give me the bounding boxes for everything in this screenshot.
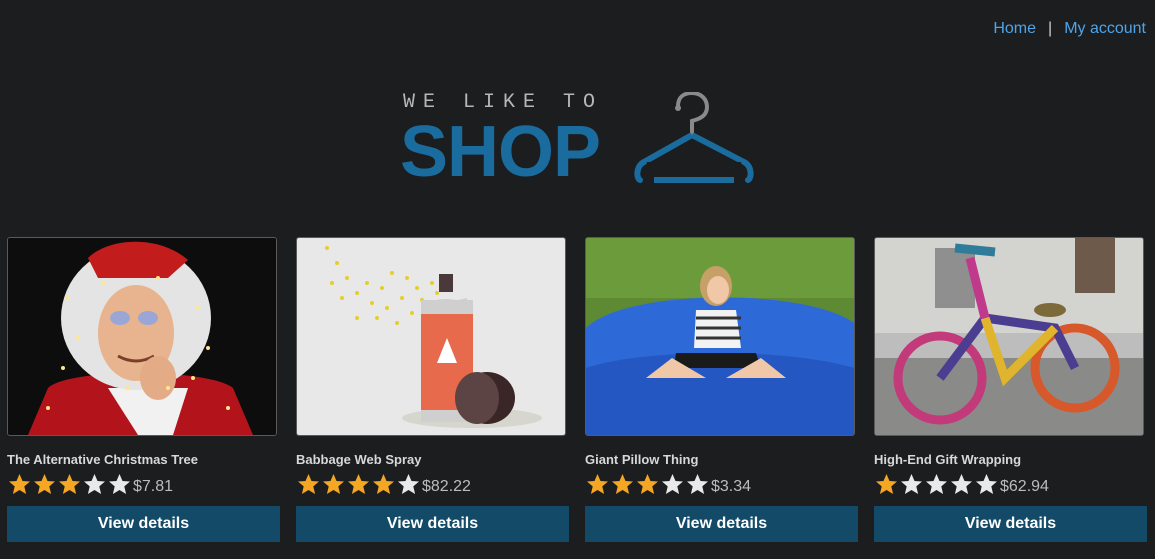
my-account-link[interactable]: My account [1064, 20, 1146, 38]
product-card: High-End Gift Wrapping $62.94 View detai… [874, 237, 1147, 542]
star-empty-icon [398, 474, 419, 494]
rating-stars [874, 473, 999, 495]
star-empty-icon [662, 474, 683, 494]
view-details-button[interactable]: View details [874, 506, 1147, 542]
rating-stars [296, 473, 421, 495]
product-rating: $7.81 [7, 472, 280, 496]
star-filled-icon [34, 474, 55, 494]
star-empty-icon [976, 474, 997, 494]
logo-tagline: WE LIKE TO [403, 91, 604, 114]
product-image-spray[interactable] [296, 237, 566, 436]
product-card: Giant Pillow Thing $3.34 View details [585, 237, 858, 542]
product-title[interactable]: Giant Pillow Thing [585, 452, 858, 468]
product-price: $82.22 [422, 477, 471, 495]
rating-stars [7, 473, 132, 495]
star-filled-icon [9, 474, 30, 494]
view-details-button[interactable]: View details [296, 506, 569, 542]
product-grid: The Alternative Christmas Tree $7.81 Vie… [7, 237, 1148, 549]
product-image-bicycle[interactable] [874, 237, 1144, 436]
star-empty-icon [926, 474, 947, 494]
product-price: $62.94 [1000, 477, 1049, 495]
product-title[interactable]: High-End Gift Wrapping [874, 452, 1147, 468]
product-price: $3.34 [711, 477, 752, 495]
product-price: $7.81 [133, 477, 174, 495]
product-title[interactable]: The Alternative Christmas Tree [7, 452, 280, 468]
star-empty-icon [109, 474, 130, 494]
product-card: Babbage Web Spray $82.22 View details [296, 237, 569, 542]
product-card: The Alternative Christmas Tree $7.81 Vie… [7, 237, 280, 542]
view-details-button[interactable]: View details [7, 506, 280, 542]
star-filled-icon [612, 474, 633, 494]
logo-word: SHOP [400, 112, 601, 192]
product-rating: $3.34 [585, 472, 858, 496]
product-rating: $82.22 [296, 472, 569, 496]
star-filled-icon [298, 474, 319, 494]
view-details-button[interactable]: View details [585, 506, 858, 542]
rating-stars [585, 473, 710, 495]
star-filled-icon [373, 474, 394, 494]
star-filled-icon [637, 474, 658, 494]
star-filled-icon [876, 474, 897, 494]
product-rating: $62.94 [874, 472, 1147, 496]
star-empty-icon [951, 474, 972, 494]
star-filled-icon [323, 474, 344, 494]
star-empty-icon [84, 474, 105, 494]
star-empty-icon [687, 474, 708, 494]
star-empty-icon [901, 474, 922, 494]
home-link[interactable]: Home [993, 20, 1036, 38]
site-logo[interactable]: WE LIKE TO SHOP [400, 88, 760, 188]
product-image-santa[interactable] [7, 237, 277, 436]
top-nav: Home | My account [993, 20, 1146, 38]
star-filled-icon [348, 474, 369, 494]
hanger-icon [632, 92, 756, 184]
product-image-pillow[interactable] [585, 237, 855, 436]
nav-separator: | [1048, 20, 1053, 37]
product-title[interactable]: Babbage Web Spray [296, 452, 569, 468]
shop-page: Home | My account WE LIKE TO SHOP The Al… [0, 0, 1155, 559]
star-filled-icon [587, 474, 608, 494]
star-filled-icon [59, 474, 80, 494]
